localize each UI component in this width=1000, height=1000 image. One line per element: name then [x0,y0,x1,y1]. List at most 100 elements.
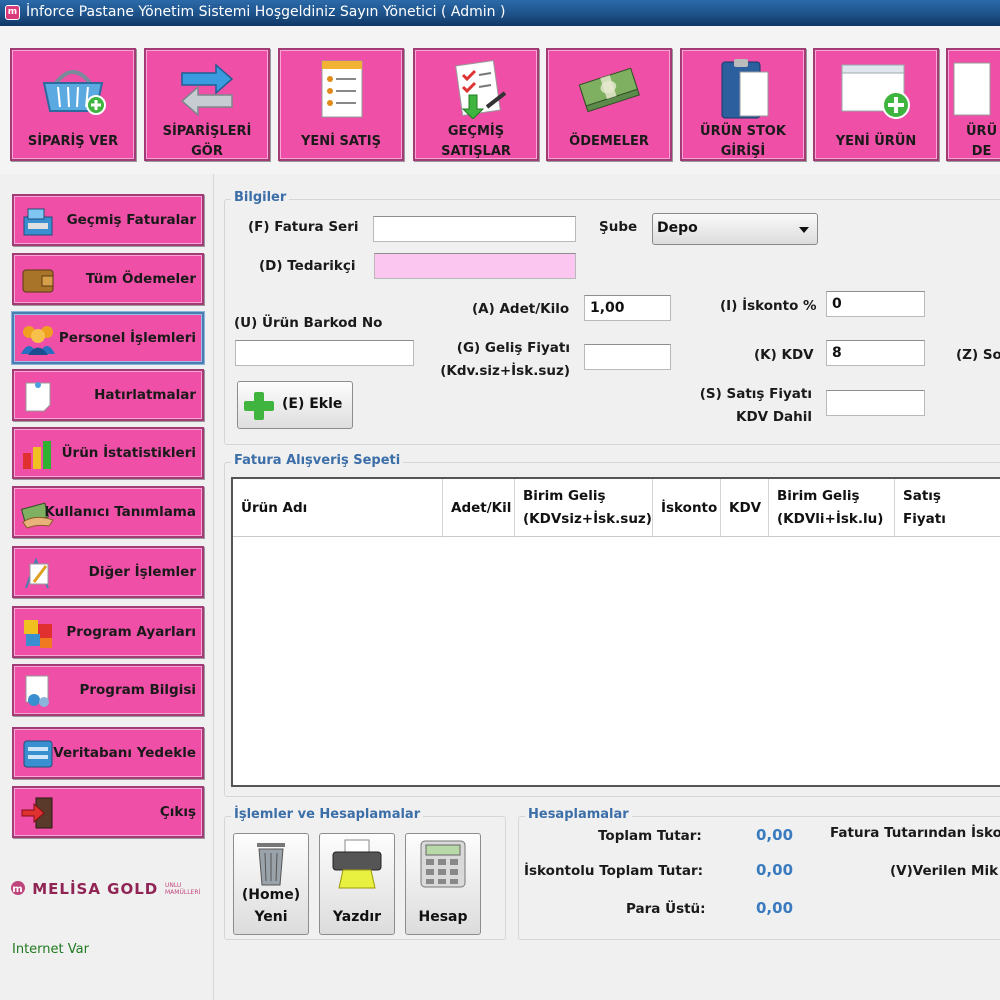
sidebar-item-label: Hatırlatmalar [94,387,196,403]
trash-bin-icon [234,838,308,890]
printer-icon [320,838,394,890]
sube-selected-value: Depo [657,220,698,236]
yeni-label: (Home) Yeni [241,887,301,925]
sidebar-item-program-bilgisi[interactable]: Program Bilgisi [12,664,204,716]
column-header[interactable]: Birim Geliş (KDVsiz+İsk.suz) [515,479,653,537]
sidebar-item-label: Program Bilgisi [79,682,196,698]
note-icon [18,377,58,415]
calc-title: Hesaplamalar [525,807,632,822]
toolbar-label: GEÇMİŞ SATIŞLAR [441,124,511,159]
sidebar-item-program-ayarlari[interactable]: Program Ayarları [12,606,204,658]
cart-table[interactable]: Ürün Adı Adet/Kil Birim Geliş (KDVsiz+İs… [231,477,1000,787]
sidebar-item-gecmis-faturalar[interactable]: Geçmiş Faturalar [12,194,204,246]
people-icon [18,320,58,358]
tedarikci-input[interactable] [374,253,576,279]
chevron-down-icon [799,227,809,233]
sidebar-item-personel-islemleri[interactable]: Personel İşlemleri [12,312,204,364]
sidebar-item-hatirlatmalar[interactable]: Hatırlatmalar [12,369,204,421]
column-header[interactable]: KDV [721,479,769,537]
bilgiler-title: Bilgiler [231,190,290,205]
plus-icon [244,392,274,420]
fatura-seri-input[interactable] [373,216,576,242]
sidebar-item-cikis[interactable]: Çıkış [12,786,204,838]
barkod-input[interactable] [235,340,414,366]
para-ustu-label: Para Üstü: [626,901,706,917]
yeni-satis-button[interactable]: YENİ SATIŞ [278,48,404,161]
toolbar-label: YENİ ÜRÜN [835,134,917,149]
toolbar-label: ÜRÜ DE [966,124,998,159]
gelis-fiyati-sublabel: (Kdv.siz+İsk.suz) [440,363,570,379]
toolbar-label: SİPARİŞLERİ GÖR [162,124,252,159]
sidebar-item-kullanici-tanimlama[interactable]: Kullanıcı Tanımlama [12,486,204,538]
sidebar-item-label: Program Ayarları [66,624,196,640]
siparis-ver-button[interactable]: SİPARİŞ VER [10,48,136,161]
sidebar-item-diger-islemler[interactable]: Diğer İşlemler [12,546,204,598]
brand-logo: m MELİSA GOLD [10,880,158,898]
sube-select[interactable]: Depo [652,213,818,245]
kdv-input[interactable] [826,340,925,366]
window-title: İnforce Pastane Yönetim Sistemi Hoşgeldi… [26,4,506,20]
cart-title: Fatura Alışveriş Sepeti [231,453,404,468]
info-icon [18,672,58,710]
sidebar-item-label: Veritabanı Yedekle [53,745,196,761]
adet-input[interactable] [584,295,671,321]
wallet-icon [18,261,58,299]
money-icon [548,58,670,120]
sidebar-item-label: Tüm Ödemeler [85,271,196,287]
sidebar-item-label: Ürün İstatistikleri [61,445,196,461]
receipt-icon [280,58,402,120]
new-window-icon [815,58,937,120]
toolbar-label: ÖDEMELER [569,134,649,149]
sidebar-item-label: Personel İşlemleri [58,330,196,346]
column-header[interactable]: Satış Fiyatı [895,479,1000,537]
column-header[interactable]: Ürün Adı [233,479,443,537]
column-header[interactable]: Adet/Kil [443,479,515,537]
iskonto-label: (I) İskonto % [720,298,817,314]
adet-label: (A) Adet/Kilo [472,301,570,317]
yeni-button[interactable]: (Home) Yeni [233,833,309,935]
hesap-button[interactable]: Hesap [405,833,481,935]
urun-de-button[interactable]: ÜRÜ DE [946,48,1000,161]
verilen-miktar-label: (V)Verilen Mik [890,863,999,879]
gelis-fiyati-label: (G) Geliş Fiyatı [456,340,570,356]
column-header[interactable]: İskonto [653,479,721,537]
fatura-iskonto-label: Fatura Tutarından İsko [830,825,1000,841]
yeni-urun-button[interactable]: YENİ ÜRÜN [813,48,939,161]
hesap-label: Hesap [418,909,468,925]
brand-subtitle: UNLU MAMÜLLERİ [165,882,201,896]
actions-title: İşlemler ve Hesaplamalar [231,807,424,822]
urun-stok-girisi-button[interactable]: ÜRÜN STOK GİRİŞİ [680,48,806,161]
brand-name: MELİSA GOLD [32,880,159,898]
window-title-bar: m İnforce Pastane Yönetim Sistemi Hoşgel… [0,0,1000,26]
clipboard-icon [682,58,804,120]
sidebar-item-urun-istatistikleri[interactable]: Ürün İstatistikleri [12,427,204,479]
sidebar-item-label: Diğer İşlemler [88,564,196,580]
cash-register-icon [18,202,58,240]
iskonto-input[interactable] [826,291,925,317]
settings-blocks-icon [18,614,58,652]
sidebar-item-veritabani-yedekle[interactable]: Veritabanı Yedekle [12,727,204,779]
toplam-tutar-value: 0,00 [756,826,794,844]
kdv-label: (K) KDV [754,347,814,363]
satis-fiyati-input[interactable] [826,390,925,416]
yazdir-button[interactable]: Yazdır [319,833,395,935]
ekle-button[interactable]: (E) Ekle [237,381,353,429]
sidebar-item-label: Kullanıcı Tanımlama [44,504,196,520]
toplam-tutar-label: Toplam Tutar: [598,828,702,844]
toolbar-label: YENİ SATIŞ [300,134,382,149]
main-toolbar: SİPARİŞ VER SİPARİŞLERİ GÖR YENİ SATIŞ G… [0,26,1000,174]
tedarikci-label: (D) Tedarikçi [259,258,356,274]
gelis-fiyati-input[interactable] [584,344,671,370]
sidebar-item-label: Geçmiş Faturalar [66,212,196,228]
odemeler-button[interactable]: ÖDEMELER [546,48,672,161]
siparisleri-gor-button[interactable]: SİPARİŞLERİ GÖR [144,48,270,161]
basket-icon [12,58,134,120]
ekle-label: (E) Ekle [282,396,343,412]
barkod-label: (U) Ürün Barkod No [234,315,383,331]
z-label: (Z) So [956,347,1000,363]
toolbar-label: SİPARİŞ VER [27,134,119,149]
satis-fiyati-sublabel: KDV Dahil [736,409,812,425]
column-header[interactable]: Birim Geliş (KDVli+İsk.lu) [769,479,895,537]
gecmis-satislar-button[interactable]: GEÇMİŞ SATIŞLAR [413,48,539,161]
sidebar-item-tum-odemeler[interactable]: Tüm Ödemeler [12,253,204,305]
